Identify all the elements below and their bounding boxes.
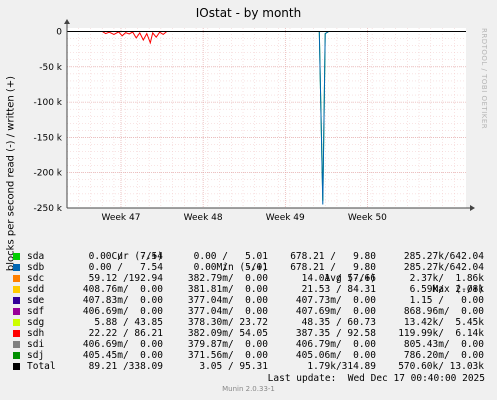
- legend-min: 3.05 / 95.31: [199, 361, 268, 372]
- legend-cur: 22.22 / 86.21: [88, 328, 163, 339]
- y-axis-arrow: [64, 19, 70, 24]
- legend-cur: 405.45m/ 0.00: [82, 350, 163, 361]
- y-tick-label: -50 k: [39, 63, 63, 73]
- footer-version: Munin 2.0.33-1: [222, 385, 275, 393]
- legend-swatch: [13, 330, 20, 337]
- legend-swatch: [13, 297, 20, 304]
- legend-avg: 407.73m/ 0.00: [295, 295, 376, 306]
- legend-max: 13.42k/ 5.45k: [403, 317, 484, 328]
- legend-min: 0.00 / 5.01: [193, 262, 268, 273]
- y-tick-label: 0: [56, 28, 62, 38]
- legend-cur: 89.21 /338.09: [88, 361, 163, 372]
- legend-min: 377.04m/ 0.00: [187, 306, 268, 317]
- legend-swatch: [13, 264, 20, 271]
- legend-min: 377.04m/ 0.00: [187, 295, 268, 306]
- legend-avg: 407.69m/ 0.00: [295, 306, 376, 317]
- x-tick-label: Week 48: [184, 213, 223, 223]
- y-tick-label: -250 k: [34, 204, 63, 214]
- legend-max: 2.37k/ 1.86k: [409, 273, 484, 284]
- legend-max: 1.15 / 0.00: [409, 295, 484, 306]
- legend-name: sdj: [27, 350, 45, 361]
- x-tick-label: Week 49: [266, 213, 305, 223]
- legend-name: sda: [27, 251, 45, 262]
- legend-cur: 407.83m/ 0.00: [82, 295, 163, 306]
- legend-cur: 59.12 /192.94: [88, 273, 163, 284]
- legend-avg: 678.21 / 9.80: [290, 251, 376, 262]
- legend-max: 285.27k/642.04: [403, 262, 484, 273]
- legend-name: sdf: [27, 306, 45, 317]
- legend-swatch: [13, 319, 20, 326]
- legend-swatch: [13, 352, 20, 359]
- legend-swatch: [13, 253, 20, 260]
- legend-avg: 406.79m/ 0.00: [295, 339, 376, 350]
- legend-cur: 5.88 / 43.85: [94, 317, 163, 328]
- legend-name: sdd: [27, 284, 45, 295]
- legend-cur: 0.00 / 7.54: [88, 262, 163, 273]
- x-axis-arrow: [470, 205, 475, 211]
- legend-swatch: [13, 308, 20, 315]
- legend-name: sdi: [27, 339, 45, 350]
- legend-min: 371.56m/ 0.00: [187, 350, 268, 361]
- legend-avg: 387.35 / 92.58: [295, 328, 376, 339]
- x-tick-label: Week 47: [101, 213, 140, 223]
- y-tick-label: -150 k: [34, 133, 63, 143]
- legend-swatch: [13, 286, 20, 293]
- legend-name: sdb: [27, 262, 45, 273]
- legend-table: Cur (-/+) Min (-/+) Avg (-/+) Max (-/+) …: [0, 240, 484, 372]
- legend-avg: 1.79k/314.89: [307, 361, 376, 372]
- chart-plot: 0 -50 k -100 k -150 k -200 k -250 k Week 47 Wee…: [34, 19, 475, 223]
- legend-max: 786.20m/ 0.00: [403, 350, 484, 361]
- legend-avg: 678.21 / 9.80: [290, 262, 376, 273]
- legend-swatch: [13, 363, 20, 370]
- legend-min: 0.00 / 5.01: [193, 251, 268, 262]
- legend-avg: 48.35 / 60.73: [301, 317, 376, 328]
- legend-swatch: [13, 275, 20, 282]
- legend-max: 285.27k/642.04: [403, 251, 484, 262]
- y-tick-label: -100 k: [34, 98, 63, 108]
- legend-swatch: [13, 341, 20, 348]
- legend-cur: 406.69m/ 0.00: [82, 339, 163, 350]
- legend-cur: 408.76m/ 0.00: [82, 284, 163, 295]
- x-tick-label: Week 50: [348, 213, 387, 223]
- legend-name: sdh: [27, 328, 45, 339]
- legend-max: 119.99k/ 6.14k: [398, 328, 484, 339]
- legend-max: 805.43m/ 0.00: [403, 339, 484, 350]
- y-tick-label: -200 k: [34, 169, 63, 179]
- legend-max: 868.96m/ 0.00: [403, 306, 484, 317]
- legend-name: sdg: [27, 317, 45, 328]
- legend-min: 378.30m/ 23.72: [187, 317, 268, 328]
- legend-max: 6.59k/ 2.08k: [409, 284, 484, 295]
- last-update: Last update: Wed Dec 17 00:40:00 2025: [267, 373, 485, 384]
- legend-min: 382.09m/ 54.05: [187, 328, 268, 339]
- legend-avg: 21.53 / 84.31: [301, 284, 376, 295]
- legend-name: sde: [27, 295, 45, 306]
- legend-min: 382.79m/ 0.00: [187, 273, 268, 284]
- legend-cur: 0.00 / 7.54: [88, 251, 163, 262]
- legend-name: Total: [27, 361, 56, 372]
- legend-cur: 406.69m/ 0.00: [82, 306, 163, 317]
- legend-header-row: Cur (-/+) Min (-/+) Avg (-/+) Max (-/+): [0, 240, 484, 295]
- legend-min: 381.81m/ 0.00: [187, 284, 268, 295]
- legend-name: sdc: [27, 273, 45, 284]
- legend-min: 379.87m/ 0.00: [187, 339, 268, 350]
- legend-max: 570.60k/ 13.03k: [398, 361, 484, 372]
- legend-avg: 14.01 / 57.66: [301, 273, 376, 284]
- legend-avg: 405.06m/ 0.00: [295, 350, 376, 361]
